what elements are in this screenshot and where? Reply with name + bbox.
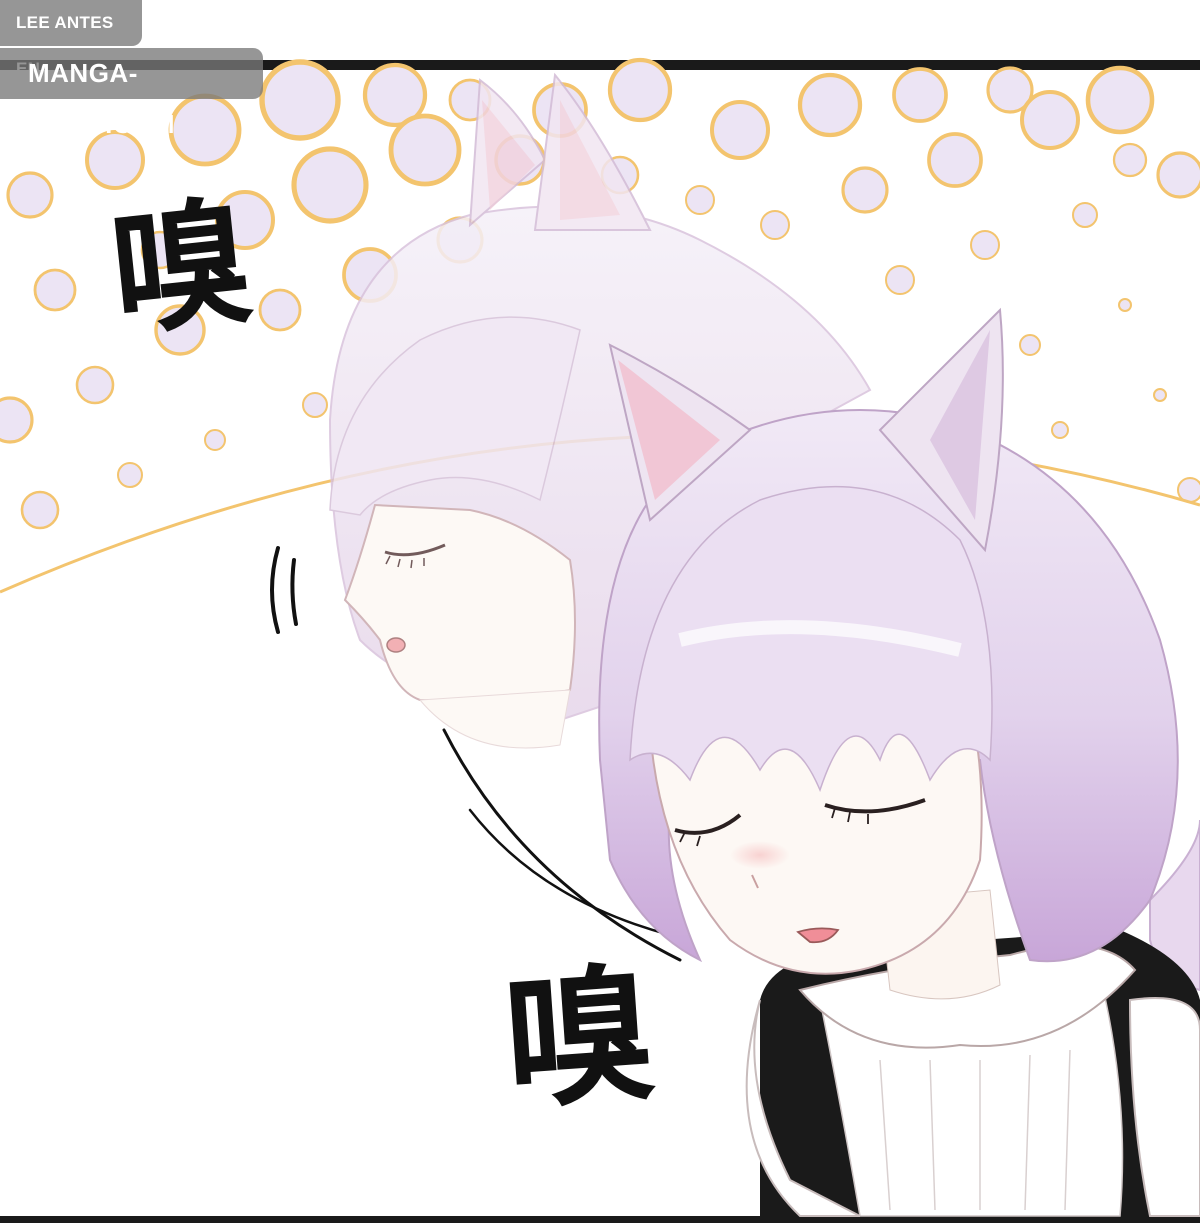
bokeh-bubble bbox=[797, 72, 863, 138]
bokeh-bubble bbox=[1085, 65, 1155, 135]
bokeh-bubble bbox=[1153, 388, 1167, 402]
sound-effect-sniff-2: 嗅 bbox=[499, 948, 659, 1130]
bokeh-bubble bbox=[885, 265, 915, 295]
bokeh-bubble bbox=[6, 171, 54, 219]
bokeh-bubble bbox=[20, 490, 60, 530]
bokeh-bubble bbox=[75, 365, 115, 405]
bokeh-bubble bbox=[33, 268, 77, 312]
bokeh-bubble bbox=[291, 146, 369, 224]
watermark-read-first-label: LEE ANTES EN: bbox=[0, 0, 142, 78]
bokeh-bubble bbox=[685, 185, 715, 215]
bokeh-bubble bbox=[117, 462, 143, 488]
bokeh-bubble bbox=[927, 132, 983, 188]
watermark-site-name[interactable]: MANGA-CRAB.COM bbox=[0, 48, 263, 139]
bokeh-bubble bbox=[168, 93, 242, 167]
bokeh-bubble bbox=[1020, 90, 1080, 150]
bokeh-bubble bbox=[710, 100, 770, 160]
bokeh-bubble bbox=[970, 230, 1000, 260]
panel-border-bottom bbox=[0, 1216, 1200, 1223]
bokeh-bubble bbox=[841, 166, 889, 214]
bokeh-bubble bbox=[1072, 202, 1098, 228]
bokeh-bubble bbox=[1051, 421, 1069, 439]
bokeh-bubble bbox=[388, 113, 462, 187]
bokeh-bubble bbox=[607, 57, 673, 123]
front-character bbox=[598, 307, 1200, 1217]
bokeh-bubble bbox=[258, 288, 302, 332]
bokeh-bubble bbox=[1019, 334, 1041, 356]
sound-effect-sniff-1: 嗅 bbox=[103, 181, 258, 356]
bokeh-bubble bbox=[1156, 151, 1200, 199]
bokeh-bubble bbox=[1112, 142, 1148, 178]
bokeh-bubble bbox=[204, 429, 226, 451]
manga-panel: 嗅 嗅 LEE ANTES EN: MANGA-CRAB.COM bbox=[0, 0, 1200, 1223]
bokeh-bubble bbox=[0, 396, 34, 444]
bokeh-bubble bbox=[259, 59, 341, 141]
bokeh-bubble bbox=[1118, 298, 1132, 312]
bokeh-bubble bbox=[760, 210, 790, 240]
bokeh-bubble bbox=[892, 67, 948, 123]
bokeh-bubble bbox=[302, 392, 328, 418]
